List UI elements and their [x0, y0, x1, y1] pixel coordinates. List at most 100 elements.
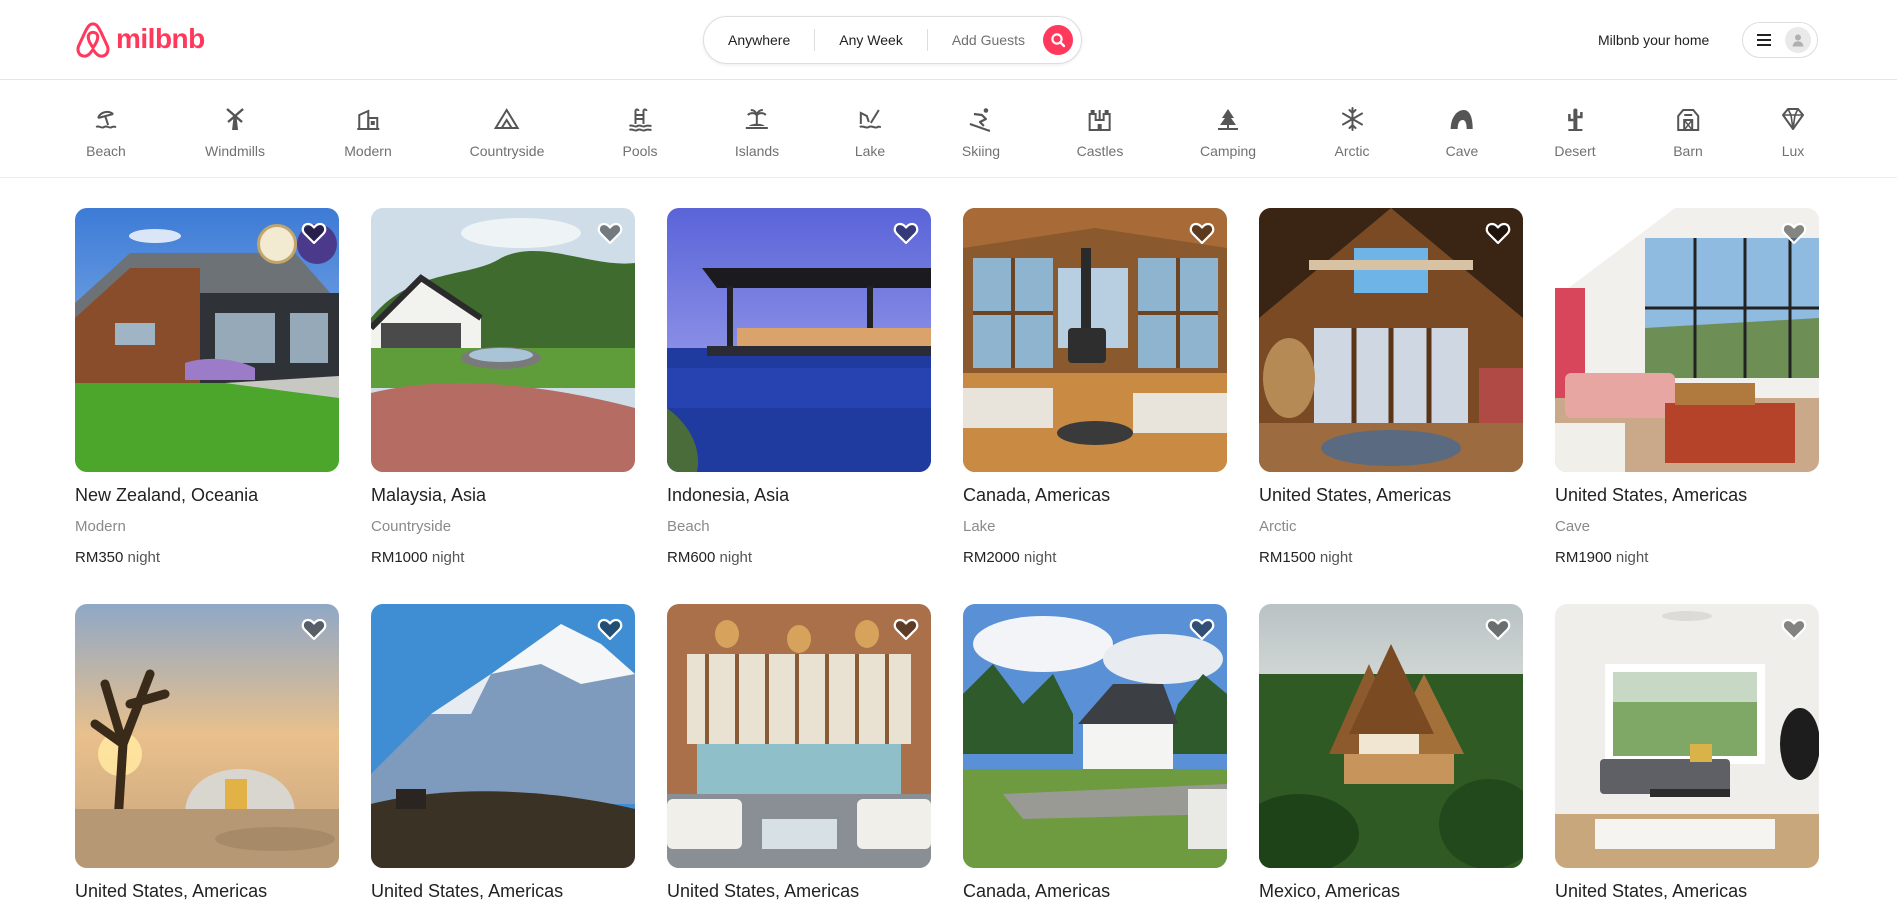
listing-photo[interactable] — [963, 604, 1227, 868]
lake-icon — [859, 109, 882, 129]
category-skiing[interactable]: Skiing — [962, 106, 1000, 160]
listing-category: Modern — [75, 518, 126, 535]
category-windmills[interactable]: Windmills — [205, 106, 265, 160]
category-lake[interactable]: Lake — [855, 106, 885, 160]
listing-location: Canada, Americas — [963, 485, 1111, 505]
category-label: Lake — [854, 143, 886, 159]
category-countryside[interactable]: Countryside — [470, 106, 544, 160]
listing-photo[interactable] — [371, 208, 635, 472]
listing-category: Lake — [963, 518, 996, 535]
search-bar[interactable]: Anywhere Any Week Add Guests — [703, 16, 1082, 64]
listing-location: Malaysia, Asia — [371, 485, 487, 505]
listing-photo[interactable] — [1555, 604, 1819, 868]
category-modern[interactable]: Modern — [344, 106, 392, 160]
favorite-button[interactable] — [1189, 616, 1215, 642]
category-label: Skiing — [961, 143, 1001, 159]
listing-card[interactable]: New Zealand, Oceania Modern RM350 night — [75, 208, 339, 568]
favorite-button[interactable] — [893, 616, 919, 642]
category-beach[interactable]: Beach — [86, 106, 126, 160]
listing-card[interactable]: Mexico, Americas — [1259, 604, 1523, 902]
category-label: Castles — [1076, 143, 1124, 159]
listing-category: Arctic — [1259, 518, 1297, 535]
island-icon — [745, 109, 768, 129]
category-castles[interactable]: Castles — [1076, 106, 1124, 160]
listing-location: New Zealand, Oceania — [75, 485, 259, 505]
heart-icon — [1781, 222, 1807, 245]
category-label: Modern — [344, 143, 392, 159]
listing-card[interactable]: Indonesia, Asia Beach RM600 night — [667, 208, 931, 568]
favorite-button[interactable] — [1189, 220, 1215, 246]
price-amount: RM1500 — [1259, 549, 1316, 566]
listing-photo[interactable] — [1555, 208, 1819, 472]
category-label: Arctic — [1334, 143, 1370, 159]
listing-price: RM1900 night — [1555, 548, 1819, 568]
favorite-button[interactable] — [1485, 616, 1511, 642]
heart-icon — [893, 618, 919, 641]
listing-image — [963, 604, 1227, 868]
listing-image — [667, 208, 931, 472]
category-camping[interactable]: Camping — [1200, 106, 1256, 160]
listing-image — [963, 208, 1227, 472]
search-who[interactable]: Add Guests — [928, 30, 1049, 50]
listing-photo[interactable] — [371, 604, 635, 868]
award-badge — [257, 224, 297, 264]
listing-location: United States, Americas — [1555, 881, 1748, 901]
user-menu-button[interactable] — [1742, 22, 1818, 58]
favorite-button[interactable] — [301, 616, 327, 642]
category-pools[interactable]: Pools — [622, 106, 658, 160]
category-label: Beach — [86, 143, 126, 159]
listing-card[interactable]: Canada, Americas — [963, 604, 1227, 902]
category-arctic[interactable]: Arctic — [1335, 106, 1370, 160]
windmill-icon — [226, 108, 244, 130]
listing-card[interactable]: United States, Americas Arctic RM1500 ni… — [1259, 208, 1523, 568]
listing-photo[interactable] — [1259, 604, 1523, 868]
favorite-button[interactable] — [597, 220, 623, 246]
listing-card[interactable]: United States, Americas — [75, 604, 339, 902]
listing-location: United States, Americas — [1259, 485, 1452, 505]
brand-logo-icon — [76, 22, 110, 58]
category-desert[interactable]: Desert — [1554, 106, 1596, 160]
search-button[interactable] — [1043, 25, 1073, 55]
price-unit: night — [1023, 549, 1057, 566]
listing-image — [1555, 604, 1819, 868]
listing-card[interactable]: United States, Americas — [667, 604, 931, 902]
listing-image — [1259, 604, 1523, 868]
category-barn[interactable]: Barn — [1673, 106, 1703, 160]
listing-photo[interactable] — [1259, 208, 1523, 472]
listing-card[interactable]: Canada, Americas Lake RM2000 night — [963, 208, 1227, 568]
favorite-button[interactable] — [1781, 616, 1807, 642]
listing-card[interactable]: United States, Americas — [371, 604, 635, 902]
listing-location: Indonesia, Asia — [667, 485, 790, 505]
favorite-button[interactable] — [301, 220, 327, 246]
price-amount: RM600 — [667, 549, 716, 566]
host-link[interactable]: Milbnb your home — [1598, 30, 1709, 50]
category-cave[interactable]: Cave — [1446, 106, 1478, 160]
listing-photo[interactable] — [75, 208, 339, 472]
price-amount: RM1000 — [371, 549, 428, 566]
search-when[interactable]: Any Week — [815, 30, 927, 50]
listing-category: Cave — [1555, 518, 1591, 535]
listing-photo[interactable] — [667, 208, 931, 472]
price-amount: RM1900 — [1555, 549, 1612, 566]
favorite-button[interactable] — [1781, 220, 1807, 246]
price-amount: RM2000 — [963, 549, 1020, 566]
listing-card[interactable]: United States, Americas Cave RM1900 nigh… — [1555, 208, 1819, 568]
price-unit: night — [1615, 549, 1649, 566]
category-lux[interactable]: Lux — [1780, 106, 1806, 160]
listing-category: Beach — [667, 518, 710, 535]
listing-card[interactable]: United States, Americas — [1555, 604, 1819, 902]
listing-photo[interactable] — [75, 604, 339, 868]
favorite-button[interactable] — [893, 220, 919, 246]
cactus-icon — [1567, 108, 1583, 131]
favorite-button[interactable] — [597, 616, 623, 642]
listing-photo[interactable] — [963, 208, 1227, 472]
listing-card[interactable]: Malaysia, Asia Countryside RM1000 night — [371, 208, 635, 568]
search-where[interactable]: Anywhere — [704, 30, 814, 50]
listing-image — [1555, 208, 1819, 472]
category-islands[interactable]: Islands — [735, 106, 779, 160]
listing-photo[interactable] — [667, 604, 931, 868]
listing-price: RM600 night — [667, 548, 931, 568]
brand-logo[interactable]: milbnb — [74, 20, 205, 60]
favorite-button[interactable] — [1485, 220, 1511, 246]
listing-location: Canada, Americas — [963, 881, 1111, 901]
